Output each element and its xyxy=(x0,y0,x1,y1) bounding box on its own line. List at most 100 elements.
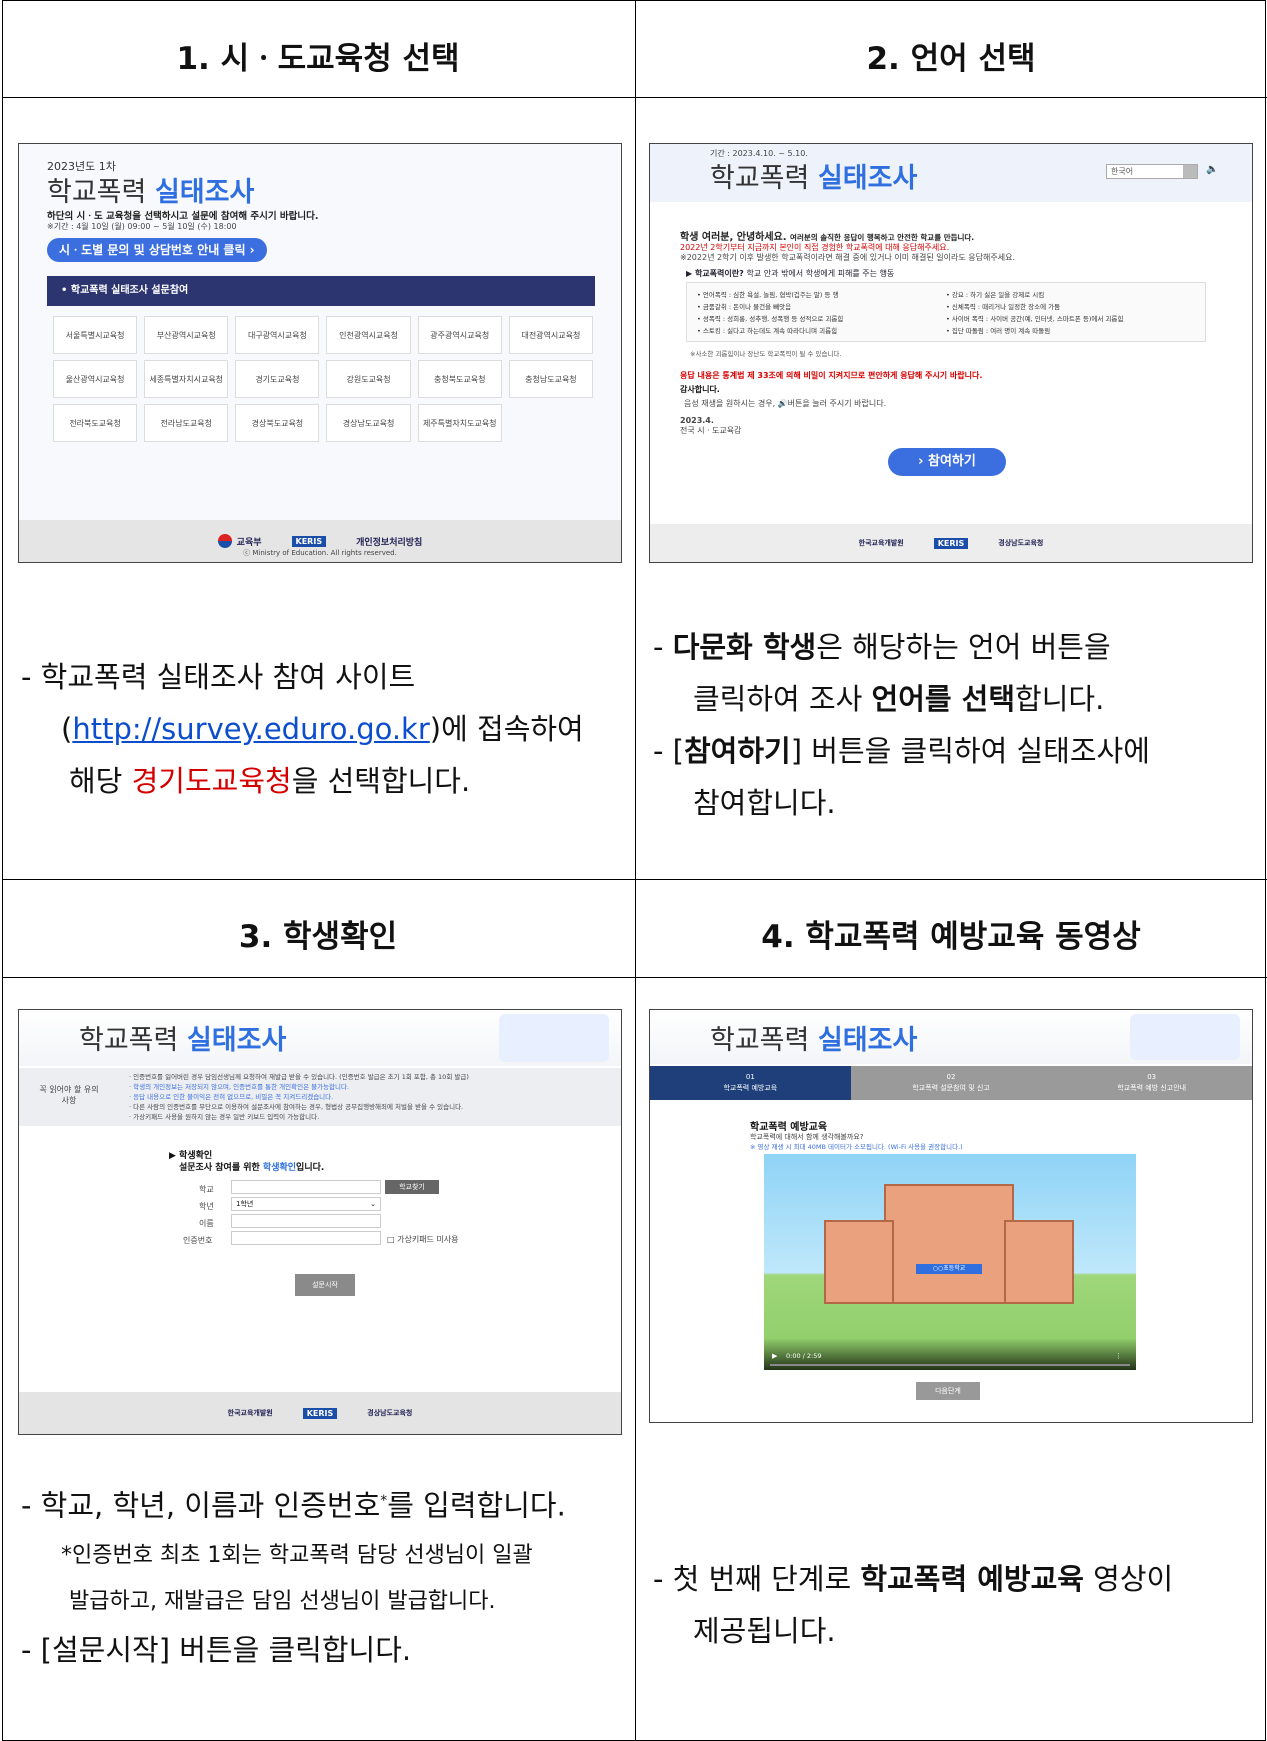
date: 2023.4. xyxy=(680,416,714,425)
notice-list: · 인증번호를 잃어버린 경우 담임선생님께 요청하여 재발급 받을 수 있습니… xyxy=(129,1072,609,1122)
keypad-checkbox[interactable]: □ 가상키패드 미사용 xyxy=(387,1234,459,1245)
greeting: 학생 여러분, 안녕하세요. 여러분의 솔직한 응답이 행복하고 안전한 학교를… xyxy=(680,232,975,243)
must-read-label: 꼭 읽어야 할 유의사항 xyxy=(39,1085,99,1105)
school-wing-right xyxy=(1004,1220,1074,1304)
data-warning: ※ 영상 재생 시 최대 40MB 데이터가 소모됩니다. (Wi-Fi 사용을… xyxy=(750,1143,963,1151)
office-grid: 서울특별시교육청 부산광역시교육청 대구광역시교육청 인천광역시교육청 광주광역시교육청… xyxy=(53,316,593,442)
office-button[interactable]: 부산광역시교육청 xyxy=(144,316,229,354)
keris-logo: KERIS xyxy=(302,1407,338,1419)
kedi-logo: 한국교육개발원 xyxy=(858,539,904,547)
section-header: • 학교폭력 실태조사 설문참여 xyxy=(47,276,595,306)
screenshot-prevention-video: 학교폭력 실태조사 01 학교폭력 예방교육 02 학교폭력 설문참여 및 신고 03 학… xyxy=(649,1009,1253,1423)
step-tab-2[interactable]: 02 학교폭력 설문참여 및 신고 xyxy=(850,1066,1052,1100)
office-button[interactable]: 광주광역시교육청 xyxy=(417,316,502,354)
step-tab-1[interactable]: 01 학교폭력 예방교육 xyxy=(650,1066,851,1100)
site-title: 학교폭력 실태조사 xyxy=(47,177,255,208)
office-button[interactable]: 서울특별시교육청 xyxy=(53,316,138,354)
footer-bar: 한국교육개발원 KERIS 경상남도교육청 xyxy=(19,1392,621,1434)
description-1: - 학교폭력 실태조사 참여 사이트 (http://survey.eduro.… xyxy=(21,651,621,807)
language-select[interactable]: 한국어 xyxy=(1106,164,1198,179)
audio-note: 음성 재생을 원하시는 경우, 🔊버튼을 눌러 주시기 바랍니다. xyxy=(684,399,887,408)
school-sign: ○○초등학교 xyxy=(916,1264,982,1274)
office-button[interactable]: 강원도교육청 xyxy=(326,360,411,398)
keris-logo: KERIS xyxy=(933,537,969,549)
label-name: 이름 xyxy=(199,1219,214,1228)
step-label: 학교폭력 예방교육 xyxy=(723,1084,778,1092)
step-tabs: 01 학교폭력 예방교육 02 학교폭력 설문참여 및 신고 03 학교폭력 예방 신고안… xyxy=(650,1066,1252,1100)
desc3-line4: - [설문시작] 버튼을 클릭합니다. xyxy=(21,1632,412,1667)
find-school-button[interactable]: 학교찾기 xyxy=(385,1180,439,1194)
code-input[interactable] xyxy=(231,1231,381,1245)
notice-line2: ※2022년 2학기 이후 발생한 학교폭력이라면 해결 중에 있거나 이미 해… xyxy=(680,253,1015,262)
row-divider xyxy=(3,879,1267,880)
description-2: - 다문화 학생은 해당하는 언어 버튼을 클릭하여 조사 언어를 선택합니다.… xyxy=(653,621,1261,829)
office-button[interactable]: 대전광역시교육청 xyxy=(508,316,593,354)
school-wing-left xyxy=(824,1220,894,1304)
office-button[interactable]: 경상남도교육청 xyxy=(326,404,411,442)
desc2-line2: 클릭하여 조사 언어를 선택합니다. xyxy=(693,682,1105,716)
desc4-line2: 제공됩니다. xyxy=(693,1614,836,1648)
desc3-line2: *인증번호 최초 1회는 학교폭력 담당 선생님이 일괄 xyxy=(61,1542,533,1568)
desc1-line3: 해당 경기도교육청을 선택합니다. xyxy=(69,764,471,798)
video-progress[interactable] xyxy=(770,1364,1130,1366)
office-button[interactable]: 울산광역시교육청 xyxy=(53,360,138,398)
survey-link[interactable]: http://survey.eduro.go.kr xyxy=(72,712,429,746)
school-building xyxy=(884,1184,1014,1304)
play-icon[interactable]: ▶ xyxy=(772,1352,777,1360)
desc3-line3: 발급하고, 재발급은 담임 선생님이 발급합니다. xyxy=(69,1588,496,1614)
name-input[interactable] xyxy=(231,1214,381,1228)
description-3: - 학교, 학년, 이름과 인증번호*를 입력합니다. *인증번호 최초 1회는… xyxy=(21,1475,631,1676)
grade-select[interactable]: 1학년 ⌄ xyxy=(231,1197,381,1211)
gyeongnam-logo: 경상남도교육청 xyxy=(998,539,1044,547)
cell-title-4: 4. 학교폭력 예방교육 동영상 xyxy=(761,919,1141,955)
office-button[interactable]: 전라남도교육청 xyxy=(144,404,229,442)
label-grade: 학년 xyxy=(199,1202,214,1211)
office-button[interactable]: 세종특별자치시교육청 xyxy=(144,360,229,398)
gyeongnam-logo: 경상남도교육청 xyxy=(367,1409,413,1417)
office-button[interactable]: 충청북도교육청 xyxy=(417,360,502,398)
screenshot-language-selection: 기간 : 2023.4.10. ~ 5.10. 학교폭력 실태조사 한국어 🔈 … xyxy=(649,143,1253,563)
privacy-link[interactable]: 개인정보처리방침 xyxy=(356,535,422,548)
column-divider xyxy=(635,1,636,1741)
screenshot-office-selection: 2023년도 1차 학교폭력 실태조사 하단의 시ㆍ도 교육청을 선택하시고 설… xyxy=(18,143,622,563)
contact-button[interactable]: 시ㆍ도별 문의 및 상담번호 안내 클릭 › xyxy=(47,238,267,262)
site-title: 학교폭력 실태조사 xyxy=(79,1025,287,1056)
footer-bar: 한국교육개발원 KERIS 경상남도교육청 xyxy=(650,524,1252,562)
step-number: 01 xyxy=(745,1073,755,1081)
office-button[interactable]: 제주특별자치도교육청 xyxy=(417,404,502,442)
label-code: 인증번호 xyxy=(183,1236,213,1245)
step-label: 학교폭력 설문참여 및 신고 xyxy=(912,1084,990,1092)
bullying-type-item: • 스토킹 : 싫다고 하는데도 계속 따라다니며 괴롭힘 xyxy=(697,327,838,335)
bullying-type-item: • 집단 따돌림 : 여러 명이 계속 따돌림 xyxy=(946,327,1051,335)
start-survey-button[interactable]: 설문시작 xyxy=(295,1274,355,1296)
join-button[interactable]: › 참여하기 xyxy=(888,448,1006,476)
office-button[interactable]: 전라북도교육청 xyxy=(53,404,138,442)
notice-item: · 응답 내용으로 인한 불이익은 전혀 없으므로, 비밀은 꼭 지켜드리겠습니… xyxy=(129,1093,334,1101)
bullying-type-item: • 강요 : 하기 싫은 일을 강제로 시킴 xyxy=(946,291,1045,299)
desc3-line1: - 학교, 학년, 이름과 인증번호*를 입력합니다. xyxy=(21,1488,566,1523)
illustration xyxy=(1130,1014,1240,1060)
desc2-line4: 참여합니다. xyxy=(693,786,836,820)
period: ※기간 : 4월 10일 (월) 09:00 ~ 5월 10일 (수) 18:0… xyxy=(47,222,237,231)
screenshot-student-check: 학교폭력 실태조사 꼭 읽어야 할 유의사항 · 인증번호를 잃어버린 경우 담… xyxy=(18,1009,622,1435)
video-player[interactable]: ○○초등학교 ▶ 0:00 / 2:59 ⋮ xyxy=(764,1154,1136,1370)
office-button[interactable]: 대구광역시교육청 xyxy=(235,316,320,354)
step-number: 02 xyxy=(946,1073,956,1081)
thanks: 감사합니다. xyxy=(680,385,720,394)
step-tab-3[interactable]: 03 학교폭력 예방 신고안내 xyxy=(1051,1066,1252,1100)
menu-icon[interactable]: ⋮ xyxy=(1115,1352,1122,1360)
office-button[interactable]: 인천광역시교육청 xyxy=(326,316,411,354)
illustration xyxy=(499,1014,609,1062)
video-time: 0:00 / 2:59 xyxy=(786,1352,822,1360)
row-divider xyxy=(3,97,1267,98)
speaker-icon[interactable]: 🔈 xyxy=(1206,164,1218,175)
office-button[interactable]: 경기도교육청 xyxy=(235,360,320,398)
next-step-button[interactable]: 다음단계 xyxy=(916,1382,980,1400)
school-input[interactable] xyxy=(231,1180,381,1194)
notice-item: · 다른 사람의 인증번호를 무단으로 이용하여 설문조사에 참여하는 경우, … xyxy=(129,1103,464,1111)
moe-logo: 교육부 xyxy=(217,534,262,548)
bullying-type-item: • 성폭력 : 성희롱, 성추행, 성폭행 등 성적으로 괴롭힘 xyxy=(697,315,844,323)
office-button[interactable]: 경상북도교육청 xyxy=(235,404,320,442)
chevron-down-icon xyxy=(1183,165,1197,178)
office-button[interactable]: 충청남도교육청 xyxy=(508,360,593,398)
